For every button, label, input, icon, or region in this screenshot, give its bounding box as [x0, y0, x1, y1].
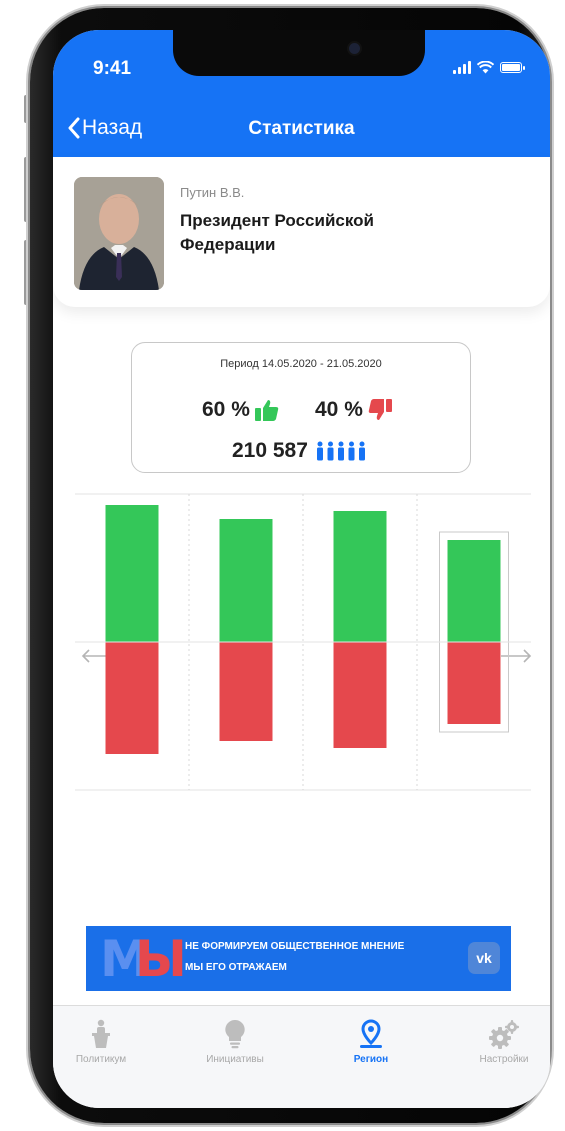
vote-chart — [75, 493, 531, 791]
banner-logo-accent: Ы — [135, 930, 187, 988]
thumbs-up-icon — [254, 400, 279, 421]
tab-region-label: Регион — [353, 1054, 389, 1065]
tab-politikum[interactable]: Политикум — [53, 1019, 156, 1065]
likes-percent: 60 % — [202, 398, 250, 421]
location-pin-icon — [360, 1019, 382, 1048]
stats-box: Период 14.05.2020 - 21.05.2020 60 % 40 %… — [131, 342, 471, 473]
period-text: Период 14.05.2020 - 21.05.2020 — [220, 358, 382, 370]
camera — [349, 43, 360, 54]
status-time: 9:41 — [93, 58, 132, 79]
vote-chart-svg — [75, 493, 531, 791]
chart-bar-negative[interactable] — [333, 642, 387, 748]
dislikes-percent: 40 % — [315, 398, 363, 421]
chart-bar-positive[interactable] — [219, 519, 273, 642]
voters-count: 210 587 — [232, 439, 308, 462]
chart-bar-positive[interactable] — [105, 505, 159, 642]
podium-icon — [92, 1019, 110, 1048]
chart-bar-negative[interactable] — [447, 642, 501, 724]
tab-bar: Политикум Инициативы Регион Настройки — [53, 1005, 550, 1108]
promo-banner[interactable]: МЫМ Ы НЕ ФОРМИРУЕМ ОБЩЕСТВЕННОЕ МНЕНИЕ М… — [86, 926, 511, 991]
banner-slogan-line2: МЫ ЕГО ОТРАЖАЕМ — [185, 962, 287, 973]
notch — [173, 30, 425, 76]
tab-politikum-label: Политикум — [75, 1054, 127, 1065]
cellular-signal-icon — [453, 61, 471, 74]
chart-bar-positive[interactable] — [333, 511, 387, 642]
tab-settings[interactable]: Настройки — [449, 1019, 550, 1065]
thumbs-down-icon — [368, 399, 392, 420]
people-group-icon — [316, 441, 365, 461]
politician-position: Президент Российской Федерации — [180, 211, 374, 254]
page-title: Статистика — [248, 118, 355, 139]
tab-settings-label: Настройки — [479, 1054, 529, 1065]
tab-region[interactable]: Регион — [316, 1019, 426, 1065]
profile-card: Путин В.В. Президент Российской Федераци… — [53, 157, 550, 307]
tab-initiatives-label: Инициативы — [206, 1054, 264, 1065]
chart-bar-positive[interactable] — [447, 540, 501, 642]
likes-stat: 60 % — [202, 398, 279, 422]
vk-button[interactable]: vk — [468, 942, 500, 974]
battery-icon — [500, 62, 525, 73]
chart-bar-negative[interactable] — [219, 642, 273, 741]
politician-name: Путин В.В. — [180, 185, 245, 200]
tab-initiatives[interactable]: Инициативы — [180, 1019, 290, 1065]
profile-photo — [74, 177, 164, 290]
banner-slogan-line1: НЕ ФОРМИРУЕМ ОБЩЕСТВЕННОЕ МНЕНИЕ — [185, 941, 405, 952]
dislikes-stat: 40 % — [315, 398, 392, 422]
wifi-icon — [477, 61, 494, 74]
phone-screen: 9:41 Назад Статистика Путин В.В. Президе… — [53, 30, 550, 1108]
status-icons — [453, 61, 525, 74]
voters-stat: 210 587 — [232, 439, 367, 463]
chart-bar-negative[interactable] — [105, 642, 159, 754]
gears-icon — [489, 1020, 519, 1049]
lightbulb-icon — [225, 1019, 245, 1049]
